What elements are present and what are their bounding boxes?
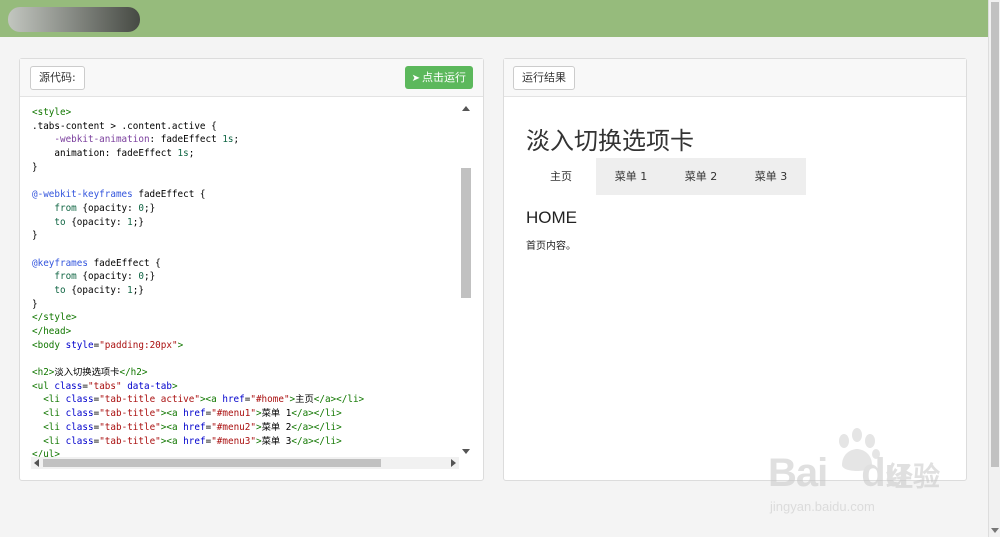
code-line: <li class="tab-title"><a href="#menu2">菜… <box>43 421 342 433</box>
source-code-panel: 源代码: ➤ 点击运行 <style> .tabs-content > .conte… <box>19 58 484 481</box>
code-line: <style> <box>32 107 72 118</box>
code-vertical-scrollbar[interactable] <box>459 104 473 456</box>
code-line: -webkit-animation: fadeEffect 1s; <box>54 134 240 146</box>
result-tab[interactable]: 主页 <box>526 158 596 195</box>
top-banner <box>0 0 988 37</box>
watermark-url: jingyan.baidu.com <box>770 499 875 514</box>
code-line: to {opacity: 1;} <box>54 216 144 228</box>
code-editor[interactable]: <style> .tabs-content > .content.active {… <box>32 106 474 462</box>
page-scrollbar[interactable] <box>988 0 1000 537</box>
content-heading: HOME <box>526 208 577 227</box>
content-text: 首页内容。 <box>526 241 576 252</box>
scroll-down-arrow-icon[interactable] <box>991 528 999 533</box>
result-tab[interactable]: 菜单 1 <box>596 158 666 195</box>
code-line: </head> <box>32 326 72 337</box>
result-panel: 运行结果 淡入切换选项卡 主页 菜单 1 菜单 2 菜单 3 HOME 首页内容。 <box>503 58 967 481</box>
run-button[interactable]: ➤ 点击运行 <box>404 66 473 89</box>
code-line: to {opacity: 1;} <box>54 284 144 296</box>
code-line: } <box>32 230 38 242</box>
code-line: @-webkit-keyframes fadeEffect { <box>32 189 206 201</box>
scroll-up-arrow-icon[interactable] <box>462 106 470 111</box>
result-tabs: 主页 菜单 1 菜单 2 菜单 3 <box>526 158 806 195</box>
code-line: <body style="padding:20px"> <box>32 339 184 351</box>
result-tab[interactable]: 菜单 2 <box>666 158 736 195</box>
code-line: } <box>32 298 38 310</box>
run-button-label: 点击运行 <box>422 71 466 84</box>
scroll-down-arrow-icon[interactable] <box>462 449 470 454</box>
code-line: .tabs-content > .content.active { <box>32 120 217 132</box>
result-panel-header: 运行结果 <box>504 59 966 97</box>
result-label: 运行结果 <box>513 66 575 90</box>
code-horizontal-scrollbar-thumb[interactable] <box>43 459 381 467</box>
code-line: <li class="tab-title active"><a href="#h… <box>43 394 365 406</box>
code-line: from {opacity: 0;} <box>54 271 156 283</box>
code-vertical-scrollbar-thumb[interactable] <box>461 168 471 298</box>
code-horizontal-scrollbar[interactable] <box>31 457 459 469</box>
baidu-jingyan-watermark: Bai du 经验 jingyan.baidu.com <box>768 427 958 522</box>
code-line: } <box>32 161 38 173</box>
page-scrollbar-thumb[interactable] <box>991 2 999 467</box>
code-line: from {opacity: 0;} <box>54 202 156 214</box>
code-line: <li class="tab-title"><a href="#menu3">菜… <box>43 435 342 447</box>
code-line: @keyframes fadeEffect { <box>32 257 161 269</box>
scroll-left-arrow-icon[interactable] <box>34 459 39 467</box>
result-title: 淡入切换选项卡 <box>526 127 694 155</box>
code-line: <h2>淡入切换选项卡</h2> <box>32 367 148 379</box>
code-line: <li class="tab-title"><a href="#menu1">菜… <box>43 408 342 420</box>
scroll-right-arrow-icon[interactable] <box>451 459 456 467</box>
code-line: <ul class="tabs" data-tab> <box>32 380 178 392</box>
site-logo[interactable] <box>8 7 140 32</box>
code-line: </style> <box>32 312 77 324</box>
watermark-cn: 经验 <box>886 462 940 493</box>
code-line: animation: fadeEffect 1s; <box>54 148 195 160</box>
source-code-label: 源代码: <box>30 66 85 90</box>
source-panel-header: 源代码: ➤ 点击运行 <box>20 59 483 97</box>
paper-plane-icon: ➤ <box>411 73 420 84</box>
result-tab[interactable]: 菜单 3 <box>736 158 806 195</box>
